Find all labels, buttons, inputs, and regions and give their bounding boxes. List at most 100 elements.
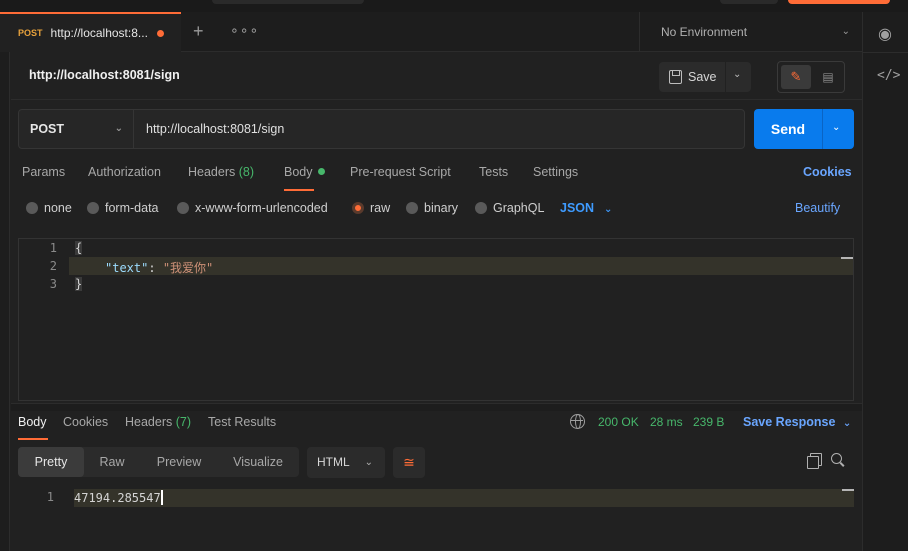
response-language-select[interactable]: HTML ⌄ — [307, 447, 385, 478]
radio-none[interactable]: none — [26, 201, 72, 215]
response-headers-count: (7) — [175, 415, 192, 429]
tab-settings[interactable]: Settings — [533, 165, 578, 179]
radio-binary-label: binary — [424, 201, 459, 215]
chevron-down-icon: ⌄ — [841, 26, 850, 37]
mode-toggle: ✎ ▤ — [777, 61, 845, 93]
response-size[interactable]: 239 B — [693, 415, 724, 429]
view-raw[interactable]: Raw — [84, 447, 140, 477]
save-label: Save — [688, 70, 717, 84]
radio-raw[interactable]: raw — [352, 201, 390, 215]
json-key: "text" — [105, 261, 149, 275]
current-line-highlight — [74, 489, 854, 507]
cookies-link[interactable]: Cookies — [803, 165, 852, 179]
send-button[interactable]: Send ⌄ — [754, 109, 854, 149]
language-label: HTML — [317, 455, 350, 469]
method-select[interactable]: POST ⌄ — [19, 110, 134, 148]
top-button[interactable] — [720, 0, 778, 4]
chevron-down-icon: ⌄ — [114, 123, 123, 134]
send-divider — [822, 109, 823, 149]
radio-urlencoded-label: x-www-form-urlencoded — [195, 201, 328, 215]
radio-graphql-label: GraphQL — [493, 201, 545, 215]
radio-binary[interactable]: binary — [406, 201, 458, 215]
scrollbar-marker — [841, 257, 853, 259]
radio-graphql[interactable]: GraphQL — [475, 201, 544, 215]
copy-icon[interactable] — [807, 453, 822, 469]
unsaved-dot-icon — [156, 29, 164, 37]
response-tab-body[interactable]: Body — [18, 415, 47, 429]
view-preview[interactable]: Preview — [142, 447, 216, 477]
top-accent-button[interactable] — [788, 0, 890, 4]
format-label: JSON — [560, 201, 595, 215]
open-brace: { — [75, 241, 83, 255]
code-icon[interactable]: </> — [877, 68, 900, 83]
tab-body-label: Body — [284, 165, 313, 179]
eye-icon[interactable]: ◉ — [878, 24, 892, 44]
tab-headers-label: Headers — [188, 165, 236, 179]
response-tab-test-results[interactable]: Test Results — [208, 415, 276, 429]
text-cursor — [160, 490, 163, 505]
response-time[interactable]: 28 ms — [650, 415, 683, 429]
save-divider — [725, 62, 726, 92]
tab-params[interactable]: Params — [22, 165, 65, 179]
line-number: 3 — [49, 277, 57, 291]
globe-icon[interactable] — [570, 414, 585, 429]
radio-raw-label: raw — [370, 201, 391, 215]
line-number: 1 — [49, 241, 57, 255]
environment-label: No Environment — [661, 25, 748, 39]
response-value-text: 47194.285547 — [74, 491, 161, 505]
format-select[interactable]: JSON ⌄ — [560, 201, 612, 215]
top-strip — [0, 0, 908, 12]
radio-urlencoded[interactable]: x-www-form-urlencoded — [177, 201, 328, 215]
wrap-lines-icon[interactable]: ≅ — [393, 447, 425, 478]
request-tab[interactable]: POST http://localhost:8... — [0, 12, 181, 52]
tab-bar: POST http://localhost:8... + ∘∘∘ No Envi… — [0, 0, 908, 52]
tab-body[interactable]: Body — [284, 165, 325, 179]
url-input[interactable]: http://localhost:8081/sign — [146, 110, 284, 148]
chevron-down-icon: ⌄ — [604, 204, 613, 215]
top-search[interactable] — [212, 0, 364, 4]
right-sidebar: ◉ </> — [862, 12, 908, 551]
active-tab-underline — [18, 438, 48, 440]
radio-circle — [87, 202, 99, 214]
save-button[interactable]: Save ⌄ — [659, 62, 751, 92]
tab-authorization[interactable]: Authorization — [88, 165, 161, 179]
code-line: { — [75, 241, 83, 255]
new-tab-plus-icon[interactable]: + — [193, 22, 204, 40]
save-response-button[interactable]: Save Response ⌄ — [743, 415, 851, 429]
response-tab-headers[interactable]: Headers (7) — [125, 415, 191, 429]
save-response-label: Save Response — [743, 415, 836, 429]
more-tabs-icon[interactable]: ∘∘∘ — [230, 22, 259, 39]
chevron-down-icon[interactable]: ⌄ — [832, 122, 840, 133]
status-code[interactable]: 200 OK — [598, 415, 639, 429]
radio-circle — [475, 202, 487, 214]
active-tab-underline — [284, 189, 314, 191]
documentation-icon[interactable]: ▤ — [814, 65, 842, 89]
rail-divider — [863, 52, 908, 53]
view-visualize[interactable]: Visualize — [220, 447, 296, 477]
response-divider[interactable] — [11, 403, 862, 411]
view-pretty[interactable]: Pretty — [18, 447, 84, 477]
response-tab-cookies[interactable]: Cookies — [63, 415, 108, 429]
tab-pre-request-script[interactable]: Pre-request Script — [350, 165, 451, 179]
radio-form-data[interactable]: form-data — [87, 201, 159, 215]
environment-selector[interactable]: No Environment ⌄ — [639, 12, 862, 52]
line-number: 2 — [49, 259, 57, 273]
headers-count: (8) — [238, 165, 255, 179]
radio-circle — [177, 202, 189, 214]
request-body-editor[interactable]: 1 2 3 { "text": "我爱你" } — [18, 238, 854, 401]
close-brace: } — [75, 277, 83, 291]
tab-tests[interactable]: Tests — [479, 165, 508, 179]
chevron-down-icon[interactable]: ⌄ — [733, 69, 741, 80]
search-icon[interactable] — [831, 453, 846, 468]
radio-form-data-label: form-data — [105, 201, 159, 215]
send-label: Send — [770, 121, 806, 137]
scrollbar-marker — [842, 489, 854, 491]
tab-headers[interactable]: Headers (8) — [188, 165, 254, 179]
response-body-editor[interactable]: 1 47194.285547 — [18, 488, 854, 538]
response-value: 47194.285547 — [74, 490, 163, 505]
beautify-link[interactable]: Beautify — [795, 201, 840, 215]
request-tab-title: http://localhost:8... — [50, 26, 148, 40]
radio-circle-selected — [352, 202, 364, 214]
pencil-icon[interactable]: ✎ — [781, 65, 811, 89]
radio-none-label: none — [44, 201, 72, 215]
